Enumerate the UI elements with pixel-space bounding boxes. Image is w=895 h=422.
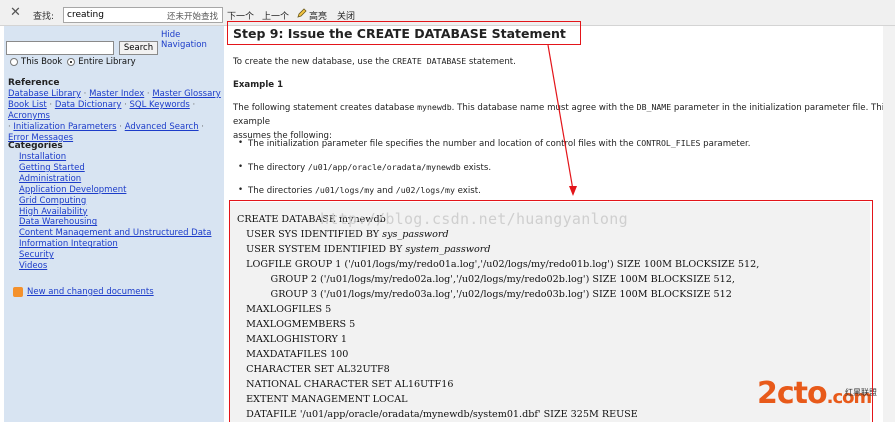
example-text: The following statement creates database <box>233 103 418 113</box>
categories-heading: Categories <box>8 141 63 151</box>
bullet-code: /u01/app/oracle/oradata/mynewdb <box>307 162 461 172</box>
list-item: The directory /u01/app/oracle/oradata/my… <box>238 162 492 173</box>
bullet-text-end: exists. <box>460 163 492 173</box>
reference-link[interactable]: SQL Keywords <box>130 100 190 110</box>
code-highlight-box <box>229 200 873 422</box>
new-docs-link[interactable]: New and changed documents <box>27 287 154 297</box>
example-text-mid: . This database name must agree with the <box>451 103 637 113</box>
category-link[interactable]: Data Warehousing <box>19 217 211 228</box>
bullet-code: CONTROL_FILES <box>636 138 701 148</box>
reference-link[interactable]: Master Index <box>89 89 144 99</box>
bullet-text-end: parameter. <box>700 139 751 149</box>
category-link[interactable]: Installation <box>19 152 211 163</box>
category-link[interactable]: Security <box>19 250 211 261</box>
bullet-code: /u01/logs/my <box>314 185 375 195</box>
bullet-text-end: exist. <box>454 186 481 196</box>
reference-link[interactable]: Acronyms <box>8 111 50 121</box>
reference-link[interactable]: Database Library <box>8 89 81 99</box>
find-label: 查找: <box>33 12 55 22</box>
hide-navigation-link[interactable]: Hide Navigation <box>161 30 224 50</box>
rss-row: New and changed documents <box>13 287 154 297</box>
bullet-code-2: /u02/logs/my <box>395 185 455 195</box>
category-link[interactable]: Content Management and Unstructured Data <box>19 228 211 239</box>
reference-link[interactable]: Data Dictionary <box>55 100 122 110</box>
reference-link[interactable]: Advanced Search <box>125 122 199 132</box>
bullet-text: The directories <box>248 186 315 196</box>
pencil-icon <box>297 8 307 18</box>
navigation-panel: Hide Navigation Search This Book Entire … <box>4 26 224 422</box>
category-link[interactable]: High Availability <box>19 207 211 218</box>
bullet-text: The directory <box>248 163 308 173</box>
entire-library-radio[interactable] <box>67 58 76 66</box>
list-item: The initialization parameter file specif… <box>238 138 751 149</box>
bullet-text-mid: and <box>374 186 396 196</box>
find-input[interactable]: creating 还未开始查找 <box>63 7 223 23</box>
example-db-name: mynewdb <box>417 102 452 112</box>
example-param: DB_NAME <box>636 102 672 112</box>
search-button[interactable]: Search <box>119 41 158 55</box>
search-input[interactable] <box>6 41 114 55</box>
this-book-label: This Book <box>21 57 63 67</box>
close-icon[interactable]: ✕ <box>10 6 23 19</box>
category-link[interactable]: Information Integration <box>19 239 211 250</box>
find-status: 还未开始查找 <box>166 12 218 22</box>
rss-icon <box>13 287 23 297</box>
search-scope: This Book Entire Library <box>10 57 136 67</box>
category-link[interactable]: Getting Started <box>19 163 211 174</box>
intro-paragraph: To create the new database, use the CREA… <box>233 54 516 69</box>
intro-text: To create the new database, use the <box>233 57 393 67</box>
example-title: Example 1 <box>233 80 284 90</box>
categories-list: Installation Getting Started Administrat… <box>19 152 211 272</box>
reference-link[interactable]: Master Glossary <box>152 89 220 99</box>
intro-code: CREATE DATABASE <box>392 56 467 66</box>
reference-link[interactable]: Initialization Parameters <box>13 122 116 132</box>
category-link[interactable]: Administration <box>19 174 211 185</box>
example-paragraph: The following statement creates database… <box>233 100 895 143</box>
intro-text-end: statement. <box>466 57 516 67</box>
reference-heading: Reference <box>8 78 60 88</box>
find-query: creating <box>67 10 104 20</box>
category-link[interactable]: Grid Computing <box>19 196 211 207</box>
reference-link[interactable]: Book List <box>8 100 47 110</box>
vertical-scrollbar[interactable] <box>883 26 895 422</box>
bullet-text: The initialization parameter file specif… <box>248 139 637 149</box>
this-book-radio[interactable] <box>10 58 18 66</box>
reference-links: Database Library · Master Index · Master… <box>8 89 221 143</box>
entire-library-label: Entire Library <box>78 57 136 67</box>
category-link[interactable]: Application Development <box>19 185 211 196</box>
heading-highlight-box <box>227 21 581 45</box>
list-item: The directories /u01/logs/my and /u02/lo… <box>238 185 481 196</box>
category-link[interactable]: Videos <box>19 261 211 272</box>
